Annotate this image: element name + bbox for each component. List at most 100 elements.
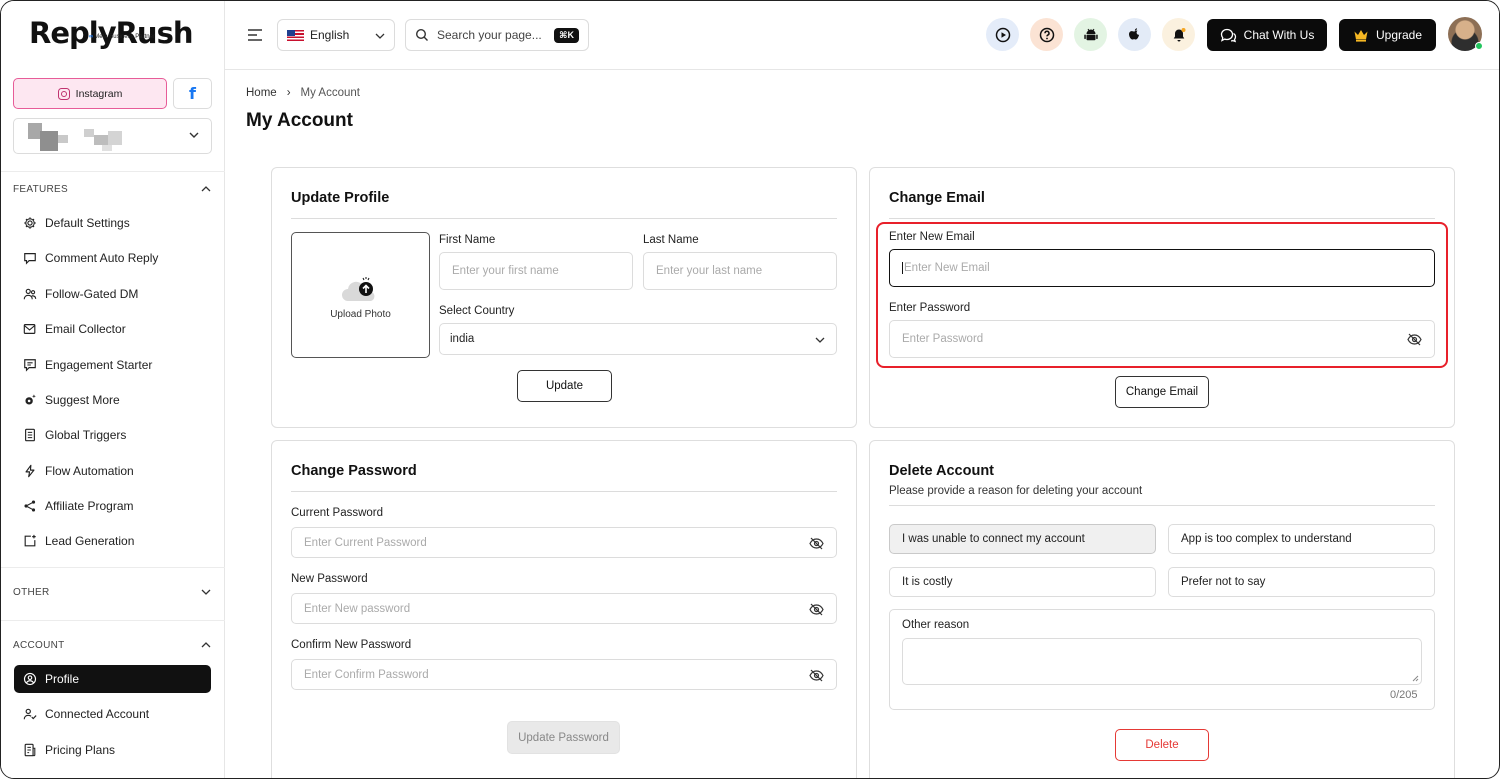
eye-off-icon[interactable] bbox=[809, 537, 824, 550]
reason-option[interactable]: I was unable to connect my account bbox=[889, 524, 1156, 554]
sidebar-item-connected-account[interactable]: Connected Account bbox=[14, 700, 211, 728]
country-value: india bbox=[450, 333, 475, 345]
chevron-down-icon bbox=[189, 132, 199, 138]
reason-option[interactable]: Prefer not to say bbox=[1168, 567, 1435, 597]
last-name-field[interactable]: Enter your last name bbox=[643, 252, 837, 290]
update-password-button[interactable]: Update Password bbox=[507, 721, 620, 754]
other-section-toggle[interactable]: OTHER bbox=[13, 586, 212, 598]
play-icon bbox=[995, 27, 1010, 42]
user-avatar[interactable] bbox=[1448, 17, 1483, 51]
reason-option[interactable]: It is costly bbox=[889, 567, 1156, 597]
instagram-button[interactable]: Instagram bbox=[13, 78, 167, 109]
sidebar-item-follow-gated-dm[interactable]: Follow-Gated DM bbox=[14, 280, 211, 308]
sidebar-item-label: Global Triggers bbox=[45, 428, 127, 442]
document-icon bbox=[25, 428, 35, 442]
help-button[interactable] bbox=[1030, 18, 1063, 51]
delete-account-button[interactable]: Delete bbox=[1115, 729, 1209, 761]
sidebar-item-default-settings[interactable]: Default Settings bbox=[14, 209, 211, 237]
android-app-button[interactable] bbox=[1074, 18, 1107, 51]
update-profile-button[interactable]: Update bbox=[517, 370, 612, 402]
upgrade-button[interactable]: Upgrade bbox=[1339, 19, 1436, 51]
confirm-password-placeholder: Enter Confirm Password bbox=[304, 668, 429, 681]
android-icon bbox=[1083, 28, 1098, 40]
sidebar-item-email-collector[interactable]: Email Collector bbox=[14, 315, 211, 343]
reason-option[interactable]: App is too complex to understand bbox=[1168, 524, 1435, 554]
features-section-toggle[interactable]: FEATURES bbox=[13, 183, 212, 195]
other-reason-label: Other reason bbox=[902, 619, 970, 631]
eye-off-icon[interactable] bbox=[809, 669, 824, 682]
new-email-placeholder: Enter New Email bbox=[902, 262, 990, 274]
sidebar-item-suggest-more[interactable]: Suggest More bbox=[14, 386, 211, 414]
email-password-label: Enter Password bbox=[889, 302, 971, 314]
search-icon bbox=[415, 28, 428, 41]
facebook-button[interactable]: f bbox=[173, 78, 212, 109]
last-name-label: Last Name bbox=[643, 234, 699, 246]
breadcrumb-home-link[interactable]: Home bbox=[246, 87, 277, 99]
menu-icon[interactable] bbox=[247, 28, 263, 42]
email-password-field[interactable]: Enter Password bbox=[889, 320, 1435, 358]
ios-app-button[interactable] bbox=[1118, 18, 1151, 51]
sidebar-item-affiliate-program[interactable]: Affiliate Program bbox=[14, 492, 211, 520]
receipt-icon bbox=[24, 743, 36, 757]
other-reason-textarea[interactable] bbox=[902, 638, 1422, 685]
change-email-title: Change Email bbox=[889, 190, 985, 206]
sidebar: ReplyRush ∞Meta Business Partner Instagr… bbox=[1, 1, 225, 778]
first-name-placeholder: Enter your first name bbox=[452, 265, 559, 277]
divider bbox=[889, 218, 1435, 219]
country-select[interactable]: india bbox=[439, 323, 837, 355]
chat-with-us-label: Chat With Us bbox=[1243, 28, 1315, 42]
upload-photo-button[interactable]: Upload Photo bbox=[291, 232, 430, 358]
instagram-icon bbox=[57, 87, 70, 100]
current-password-placeholder: Enter Current Password bbox=[304, 536, 427, 549]
chat-with-us-button[interactable]: Chat With Us bbox=[1207, 19, 1327, 51]
instagram-label: Instagram bbox=[75, 87, 123, 100]
account-selector[interactable] bbox=[13, 118, 212, 154]
eye-off-icon[interactable] bbox=[809, 603, 824, 616]
character-counter: 0/205 bbox=[1390, 689, 1418, 701]
first-name-label: First Name bbox=[439, 234, 496, 246]
account-section-toggle[interactable]: ACCOUNT bbox=[13, 639, 212, 651]
new-password-field[interactable]: Enter New password bbox=[291, 593, 837, 624]
notifications-button[interactable] bbox=[1162, 18, 1195, 51]
eye-off-icon[interactable] bbox=[1407, 333, 1422, 346]
divider bbox=[1, 567, 225, 568]
user-circle-icon bbox=[23, 672, 37, 686]
first-name-field[interactable]: Enter your first name bbox=[439, 252, 633, 290]
new-email-label: Enter New Email bbox=[889, 231, 975, 243]
sidebar-item-pricing-plans[interactable]: Pricing Plans bbox=[14, 736, 211, 764]
chevron-up-icon bbox=[201, 186, 211, 192]
search-input[interactable]: Search your page... ⌘K bbox=[405, 19, 589, 51]
reason-label: I was unable to connect my account bbox=[902, 533, 1085, 545]
resize-handle-icon[interactable] bbox=[1412, 675, 1419, 682]
delete-account-subtitle: Please provide a reason for deleting you… bbox=[889, 485, 1143, 497]
sidebar-item-global-triggers[interactable]: Global Triggers bbox=[14, 421, 211, 449]
breadcrumb-separator: › bbox=[286, 87, 291, 99]
sidebar-item-lead-generation[interactable]: Lead Generation bbox=[14, 527, 211, 555]
search-shortcut-badge: ⌘K bbox=[554, 28, 579, 43]
language-selector[interactable]: English bbox=[277, 19, 395, 51]
sidebar-item-comment-auto-reply[interactable]: Comment Auto Reply bbox=[14, 244, 211, 272]
chevron-down-icon bbox=[375, 33, 385, 39]
current-password-field[interactable]: Enter Current Password bbox=[291, 527, 837, 558]
new-password-placeholder: Enter New password bbox=[304, 602, 411, 615]
account-section-label: ACCOUNT bbox=[13, 639, 65, 651]
sidebar-item-label: Profile bbox=[45, 672, 80, 686]
new-email-field[interactable]: Enter New Email bbox=[889, 249, 1435, 287]
change-password-title: Change Password bbox=[291, 463, 417, 479]
email-password-placeholder: Enter Password bbox=[902, 333, 984, 345]
sidebar-item-flow-automation[interactable]: Flow Automation bbox=[14, 457, 211, 485]
sidebar-item-engagement-starter[interactable]: Engagement Starter bbox=[14, 351, 211, 379]
reason-label: Prefer not to say bbox=[1181, 576, 1266, 588]
comment-icon bbox=[24, 253, 36, 265]
sidebar-item-label: Follow-Gated DM bbox=[45, 287, 139, 301]
new-password-label: New Password bbox=[291, 573, 368, 585]
share-icon bbox=[24, 500, 36, 512]
sidebar-item-profile[interactable]: Profile bbox=[14, 665, 211, 693]
sparkle-gear-icon bbox=[25, 394, 36, 405]
chat-lines-icon bbox=[24, 359, 36, 372]
confirm-password-field[interactable]: Enter Confirm Password bbox=[291, 659, 837, 690]
reason-label: App is too complex to understand bbox=[1181, 533, 1352, 545]
video-tutorial-button[interactable] bbox=[986, 18, 1019, 51]
breadcrumb-current: My Account bbox=[300, 87, 360, 99]
change-email-button[interactable]: Change Email bbox=[1115, 376, 1209, 408]
